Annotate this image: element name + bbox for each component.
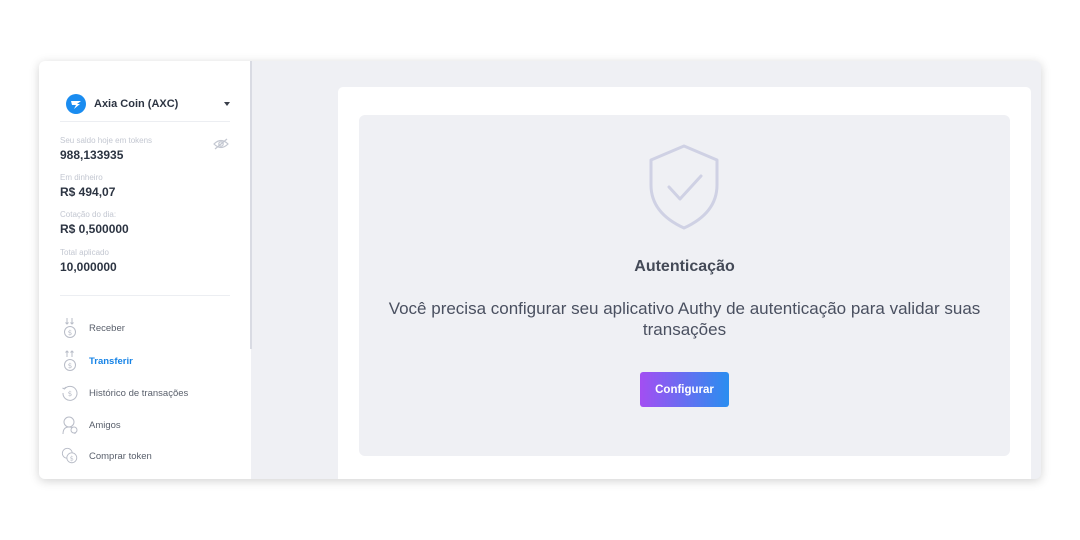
- sidebar-item-label: Transferir: [89, 355, 133, 367]
- transfer-coin-icon: $: [61, 350, 79, 372]
- sidebar-item-label: Receber: [89, 322, 125, 334]
- sidebar-item-historico[interactable]: $ Histórico de transações: [61, 380, 231, 406]
- svg-text:$: $: [70, 456, 74, 463]
- svg-text:$: $: [68, 390, 72, 398]
- main-card: Autenticação Você precisa configurar seu…: [338, 87, 1031, 479]
- chevron-down-icon: [224, 102, 230, 106]
- sidebar-item-amigos[interactable]: Amigos: [61, 412, 231, 438]
- cash-balance-value: R$ 494,07: [60, 185, 116, 199]
- divider: [60, 121, 230, 122]
- sidebar-item-transferir[interactable]: $ Transferir: [61, 348, 231, 374]
- friends-icon: [61, 414, 79, 436]
- daily-rate-value: R$ 0,500000: [60, 222, 129, 236]
- divider: [60, 295, 230, 296]
- receive-coin-icon: $: [61, 317, 79, 339]
- coin-name: Axia Coin (AXC): [94, 98, 179, 110]
- token-balance-label: Seu saldo hoje em tokens: [60, 136, 153, 145]
- eye-off-icon[interactable]: [213, 137, 229, 155]
- sidebar-item-comprar-token[interactable]: $ Comprar token: [61, 443, 231, 469]
- sidebar: Axia Coin (AXC) Seu saldo hoje em tokens…: [39, 61, 251, 479]
- svg-text:$: $: [68, 329, 72, 337]
- app-window: Axia Coin (AXC) Seu saldo hoje em tokens…: [39, 61, 1041, 479]
- daily-rate: Cotação do dia: R$ 0,500000: [60, 210, 129, 237]
- cash-balance-label: Em dinheiro: [60, 173, 103, 182]
- sidebar-item-label: Amigos: [89, 419, 121, 431]
- buy-token-icon: $: [61, 445, 79, 467]
- cash-balance: Em dinheiro R$ 494,07: [60, 173, 115, 200]
- axia-coin-logo-icon: [66, 94, 86, 114]
- sidebar-item-label: Histórico de transações: [89, 387, 189, 399]
- auth-message: Você precisa configurar seu aplicativo A…: [388, 299, 981, 339]
- sidebar-item-label: Comprar token: [89, 450, 152, 462]
- configure-button[interactable]: Configurar: [640, 372, 729, 407]
- coin-selector[interactable]: Axia Coin (AXC): [66, 93, 230, 115]
- sidebar-item-receber[interactable]: $ Receber: [61, 315, 231, 341]
- shield-check-icon: [647, 143, 721, 236]
- daily-rate-label: Cotação do dia:: [60, 210, 117, 219]
- auth-panel: Autenticação Você precisa configurar seu…: [359, 115, 1010, 456]
- sidebar-scrollbar[interactable]: [250, 61, 252, 349]
- auth-title: Autenticação: [634, 258, 735, 275]
- token-balance-value: 988,133935: [60, 148, 124, 162]
- token-balance: Seu saldo hoje em tokens 988,133935: [60, 136, 152, 163]
- total-applied-value: 10,000000: [60, 260, 117, 274]
- total-applied: Total aplicado 10,000000: [60, 248, 117, 275]
- history-icon: $: [61, 382, 79, 404]
- total-applied-label: Total aplicado: [60, 248, 109, 257]
- svg-text:$: $: [68, 362, 72, 370]
